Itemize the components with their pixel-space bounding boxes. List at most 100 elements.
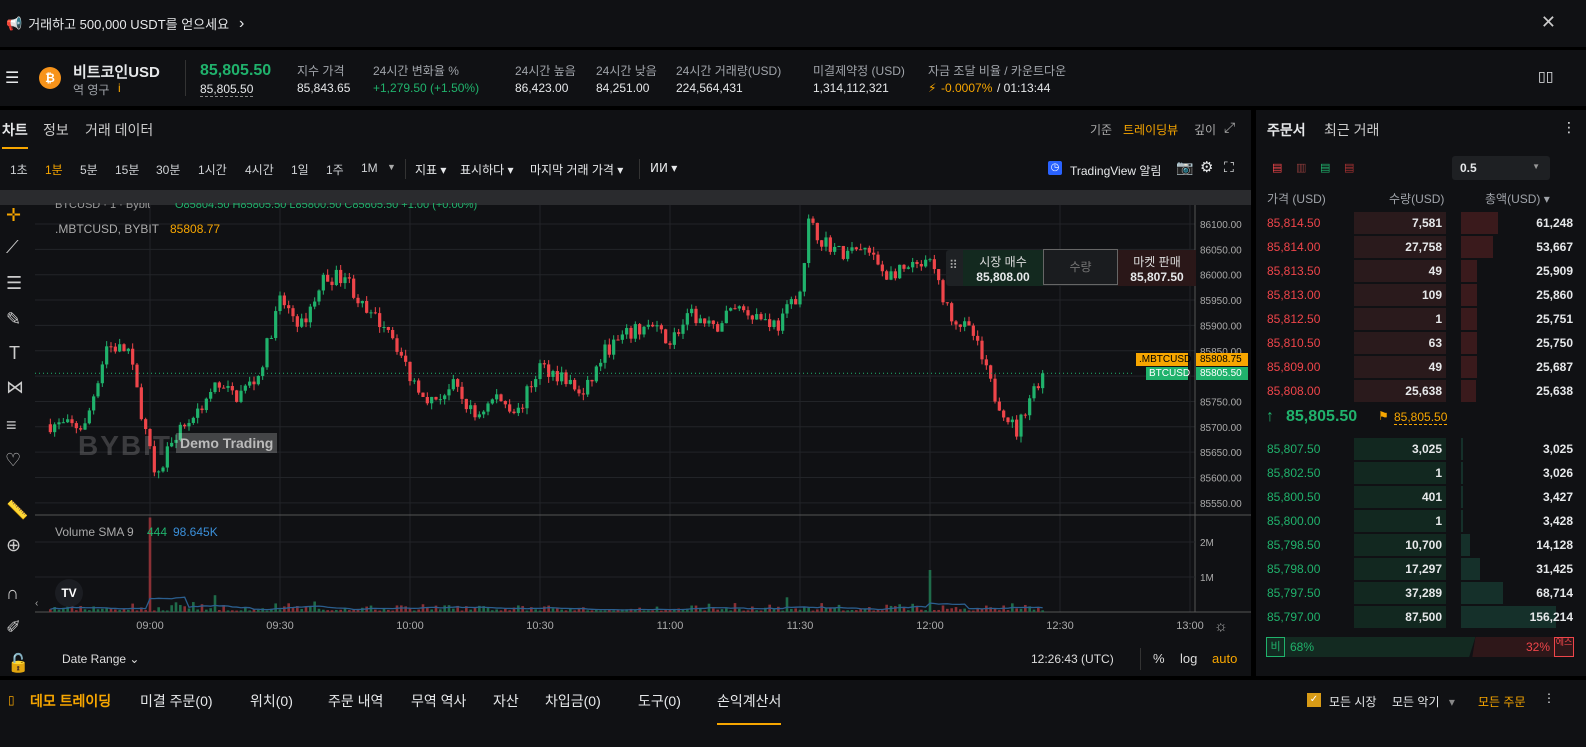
view-tradingview[interactable]: 트레이딩뷰 bbox=[1123, 121, 1178, 138]
ruler-icon[interactable]: 📏 bbox=[6, 500, 28, 521]
ask-row[interactable]: 85,813.50 49 25,909 bbox=[1256, 260, 1586, 282]
last-price-button[interactable]: 마지막 거래 가격 ▾ bbox=[530, 161, 623, 178]
menu-icon[interactable]: ☰ bbox=[5, 68, 19, 88]
candle-type-icon[interactable]: ⵍⵍ ▾ bbox=[650, 161, 677, 175]
all-orders-button[interactable]: 모든 주문 bbox=[1478, 693, 1526, 710]
ask-row[interactable]: 85,810.50 63 25,750 bbox=[1256, 332, 1586, 354]
view-both-icon[interactable]: ▤ bbox=[1272, 161, 1282, 174]
tab-trade-data[interactable]: 거래 데이터 bbox=[85, 120, 153, 140]
interval-6[interactable]: 4시간 bbox=[245, 161, 274, 178]
market-buy-button[interactable]: 시장 매수 85,808.00 bbox=[963, 250, 1043, 286]
camera-icon[interactable]: 📷 bbox=[1176, 159, 1193, 176]
tab-info[interactable]: 정보 bbox=[43, 120, 69, 140]
auto-scale-toggle[interactable]: auto bbox=[1212, 651, 1237, 666]
bottom-tab-5[interactable]: 자산 bbox=[493, 691, 519, 711]
volume-bar bbox=[712, 608, 715, 612]
prediction-icon[interactable]: ≡ bbox=[6, 415, 17, 436]
interval-3[interactable]: 15분 bbox=[115, 161, 139, 178]
more-icon[interactable]: ⋮ bbox=[1543, 691, 1555, 705]
drag-handle-icon[interactable]: ⠿ bbox=[949, 258, 958, 272]
bid-row[interactable]: 85,800.00 1 3,428 bbox=[1256, 510, 1586, 532]
interval-7[interactable]: 1일 bbox=[291, 161, 309, 178]
tradingview-alert-button[interactable]: TradingView 알림 bbox=[1070, 162, 1161, 179]
candle bbox=[235, 390, 239, 402]
volume-bar bbox=[1006, 610, 1010, 612]
percent-scale-toggle[interactable]: % bbox=[1153, 651, 1165, 666]
date-range-button[interactable]: Date Range ⌄ bbox=[62, 652, 139, 666]
magnet-icon[interactable]: ∩ bbox=[6, 583, 19, 604]
candle bbox=[191, 417, 195, 423]
view-depth[interactable]: 깊이 bbox=[1194, 121, 1216, 138]
bid-row[interactable]: 85,798.50 10,700 14,128 bbox=[1256, 534, 1586, 556]
pattern-icon[interactable]: ⋈ bbox=[6, 377, 24, 398]
text-icon[interactable]: T bbox=[9, 343, 20, 364]
tradingview-logo[interactable]: TV bbox=[55, 579, 83, 607]
view-asks-icon[interactable]: ▤ bbox=[1344, 161, 1354, 174]
ask-row[interactable]: 85,808.00 25,638 25,638 bbox=[1256, 380, 1586, 402]
fib-lines-icon[interactable]: ☰ bbox=[6, 273, 22, 294]
quantity-input[interactable] bbox=[1043, 249, 1118, 285]
all-markets-checkbox[interactable]: ✓ bbox=[1307, 693, 1321, 707]
bid-row[interactable]: 85,797.50 37,289 68,714 bbox=[1256, 582, 1586, 604]
view-basic[interactable]: 기준 bbox=[1090, 121, 1112, 138]
lock-drawing-icon[interactable]: ✐ bbox=[6, 617, 21, 638]
bid-row[interactable]: 85,800.50 401 3,427 bbox=[1256, 486, 1586, 508]
zoom-in-icon[interactable]: ⊕ bbox=[6, 535, 21, 556]
expand-icon[interactable]: ⤢ bbox=[1224, 119, 1235, 136]
interval-9[interactable]: 1M bbox=[361, 161, 378, 175]
bid-row[interactable]: 85,798.00 17,297 31,425 bbox=[1256, 558, 1586, 580]
tick-size-select[interactable]: 0.5 ▼ bbox=[1452, 156, 1550, 180]
bottom-tab-6[interactable]: 차입금(0) bbox=[545, 691, 601, 711]
tab-orderbook[interactable]: 주문서 bbox=[1267, 120, 1306, 140]
interval-1[interactable]: 1분 bbox=[45, 161, 63, 178]
interval-2[interactable]: 5분 bbox=[80, 161, 98, 178]
ask-row[interactable]: 85,814.00 27,758 53,667 bbox=[1256, 236, 1586, 258]
crosshair-icon[interactable]: ✛ bbox=[6, 205, 21, 226]
book-icon[interactable]: ▯▯ bbox=[1538, 68, 1553, 85]
lock-icon[interactable]: 🔓 bbox=[7, 653, 29, 674]
display-button[interactable]: 표시하다 ▾ bbox=[460, 161, 514, 178]
all-instruments-select[interactable]: 모든 악기 ▾ bbox=[1392, 693, 1455, 710]
ask-row[interactable]: 85,812.50 1 25,751 bbox=[1256, 308, 1586, 330]
ask-row[interactable]: 85,813.00 109 25,860 bbox=[1256, 284, 1586, 306]
header-total[interactable]: 총액(USD) ▾ bbox=[1485, 190, 1550, 207]
interval-dropdown-icon[interactable]: ▼ bbox=[387, 162, 396, 172]
collapse-toolbar-icon[interactable]: ‹ bbox=[35, 598, 38, 609]
bottom-tab-3[interactable]: 주문 내역 bbox=[328, 691, 383, 711]
interval-4[interactable]: 30분 bbox=[156, 161, 180, 178]
fullscreen-icon[interactable]: ⛶ bbox=[1224, 159, 1234, 176]
bottom-tab-4[interactable]: 무역 역사 bbox=[411, 691, 466, 711]
bid-row[interactable]: 85,807.50 3,025 3,025 bbox=[1256, 438, 1586, 460]
view-bids-icon[interactable]: ▤ bbox=[1320, 161, 1330, 174]
brush-icon[interactable]: ✎ bbox=[6, 309, 21, 330]
bottom-tab-1[interactable]: 미결 주문(0) bbox=[140, 691, 213, 711]
log-scale-toggle[interactable]: log bbox=[1180, 651, 1197, 666]
indicators-button[interactable]: 지표 ▾ bbox=[415, 161, 446, 178]
interval-8[interactable]: 1주 bbox=[326, 161, 344, 178]
tab-chart[interactable]: 차트 bbox=[2, 120, 28, 149]
favorite-icon[interactable]: ♡ bbox=[5, 450, 21, 471]
axis-settings-icon[interactable]: ☼ bbox=[1214, 618, 1228, 635]
close-icon[interactable]: ✕ bbox=[1541, 12, 1556, 33]
info-icon[interactable]: i bbox=[118, 81, 121, 95]
alarm-clock-icon[interactable]: ◷ bbox=[1048, 161, 1062, 175]
ask-row[interactable]: 85,814.50 7,581 61,248 bbox=[1256, 212, 1586, 234]
bottom-tab-0[interactable]: 데모 트레이딩 bbox=[30, 691, 111, 711]
bid-row[interactable]: 85,797.00 87,500 156,214 bbox=[1256, 606, 1586, 628]
interval-0[interactable]: 1초 bbox=[10, 161, 28, 178]
interval-5[interactable]: 1시간 bbox=[198, 161, 227, 178]
view-split-icon[interactable]: ▥ bbox=[1296, 161, 1306, 174]
trendline-icon[interactable]: ⟋ bbox=[6, 237, 19, 258]
promo-banner[interactable]: 📢 거래하고 500,000 USDT를 얻으세요 › ✕ bbox=[0, 0, 1586, 47]
bid-row[interactable]: 85,802.50 1 3,026 bbox=[1256, 462, 1586, 484]
market-sell-button[interactable]: 마켓 판매 85,807.50 bbox=[1118, 250, 1196, 286]
bottom-tab-8[interactable]: 손익계산서 bbox=[717, 691, 782, 725]
symbol-name[interactable]: 비트코인USD bbox=[73, 61, 160, 82]
settings-icon[interactable]: ⚙ bbox=[1200, 158, 1213, 176]
bottom-tab-2[interactable]: 위치(0) bbox=[250, 691, 293, 711]
all-markets-label[interactable]: 모든 시장 bbox=[1329, 693, 1377, 710]
tab-recent-trades[interactable]: 최근 거래 bbox=[1324, 120, 1379, 140]
ask-row[interactable]: 85,809.00 49 25,687 bbox=[1256, 356, 1586, 378]
more-options-icon[interactable]: ⋮ bbox=[1562, 119, 1576, 136]
bottom-tab-7[interactable]: 도구(0) bbox=[638, 691, 681, 711]
